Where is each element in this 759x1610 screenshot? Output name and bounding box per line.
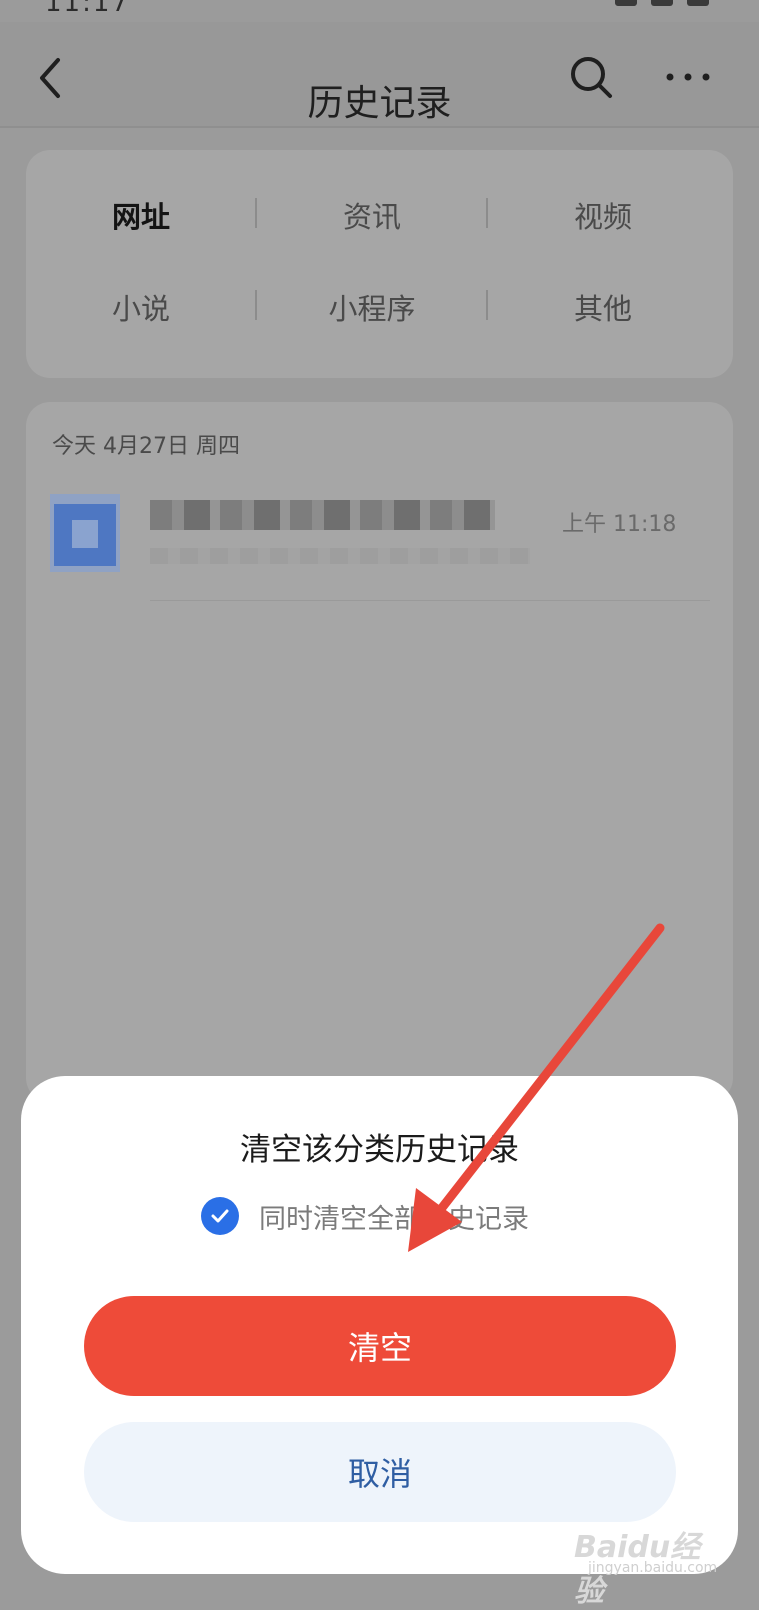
battery-icon xyxy=(687,0,709,6)
dialog-title: 清空该分类历史记录 xyxy=(240,1132,519,1168)
tab-news[interactable]: 资讯 xyxy=(272,194,472,236)
tab-videos[interactable]: 视频 xyxy=(503,194,703,236)
page-title: 历史记录 xyxy=(307,83,452,124)
tab-urls[interactable]: 网址 xyxy=(41,194,241,236)
tab-other[interactable]: 其他 xyxy=(503,286,703,328)
status-time: 11:17 xyxy=(45,0,130,18)
tab-separator xyxy=(255,290,257,320)
item-time: 上午 11:18 xyxy=(562,512,677,537)
clear-all-checkbox-row[interactable]: 同时清空全部历史记录 xyxy=(201,1196,529,1236)
clear-button[interactable]: 清空 xyxy=(84,1296,676,1396)
category-tabs: 网址 资讯 视频 小说 小程序 其他 xyxy=(26,150,733,378)
status-bar: 11:17 xyxy=(0,0,759,22)
more-dots-icon xyxy=(666,73,710,81)
tab-separator xyxy=(255,198,257,228)
history-item[interactable]: 上午 11:18 xyxy=(26,472,733,602)
site-favicon xyxy=(50,494,120,572)
history-list: 今天 4月27日 周四 上午 11:18 xyxy=(26,402,733,1102)
item-url-blurred xyxy=(150,548,530,564)
watermark-site: jingyan.baidu.com xyxy=(588,1560,718,1576)
baidu-watermark: Baidu经验 jingyan.baidu.com xyxy=(574,1500,724,1609)
header-bar: 历史记录 xyxy=(0,22,759,126)
more-button[interactable] xyxy=(664,62,712,92)
search-icon xyxy=(571,57,612,98)
checkbox-label: 同时清空全部历史记录 xyxy=(259,1203,529,1235)
search-button[interactable] xyxy=(566,52,618,104)
date-group-label: 今天 4月27日 周四 xyxy=(52,434,240,459)
header-divider xyxy=(0,126,759,128)
wifi-icon xyxy=(651,0,673,6)
signal-icon xyxy=(615,0,637,6)
item-title-blurred xyxy=(150,500,495,530)
row-divider xyxy=(150,600,710,601)
tab-separator xyxy=(486,198,488,228)
tab-novels[interactable]: 小说 xyxy=(41,286,241,328)
tab-mini-programs[interactable]: 小程序 xyxy=(272,286,472,328)
tab-separator xyxy=(486,290,488,320)
checkbox-checked-icon[interactable] xyxy=(201,1197,239,1235)
status-icons xyxy=(615,0,709,6)
